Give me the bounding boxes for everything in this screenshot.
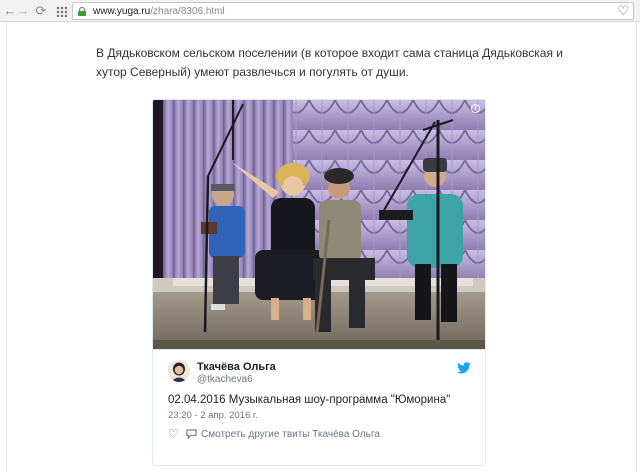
avatar-image [168, 360, 190, 382]
arrow-right-icon: → [16, 3, 30, 18]
tweet-author-handle[interactable]: @tkacheva6 [197, 374, 253, 385]
apps-button[interactable] [54, 3, 70, 19]
embedded-tweet[interactable]: i Ткачёва Ольга @tkacheva6 02.04.2016 Му… [152, 99, 486, 466]
divider-left [6, 22, 7, 472]
tweet-author-name[interactable]: Ткачёва Ольга [197, 361, 276, 373]
divider-right [636, 22, 637, 472]
heart-icon[interactable]: ♡ [617, 4, 629, 18]
tweet-footer: Ткачёва Ольга @tkacheva6 02.04.2016 Музы… [153, 349, 485, 465]
reload-icon: ⟳ [35, 3, 47, 18]
lock-icon [78, 7, 86, 16]
tweet-text: 02.04.2016 Музыкальная шоу-программа "Юм… [168, 394, 451, 406]
article-paragraph: В Дядьковском сельском поселении (в кото… [96, 46, 563, 79]
more-tweets-link[interactable]: Смотреть другие твиты Ткачёва Ольга [201, 429, 380, 440]
tweet-timestamp[interactable]: 23:20 - 2 апр. 2016 г. [168, 410, 258, 421]
avatar[interactable] [168, 360, 190, 382]
info-icon[interactable]: i [471, 104, 480, 113]
reload-button[interactable]: ⟳ [33, 3, 49, 19]
heart-icon[interactable]: ♡ [168, 428, 179, 440]
url-domain: www.yuga.ru [93, 6, 151, 17]
stage-photo-illustration [153, 100, 485, 349]
reply-bubble-icon[interactable] [186, 429, 197, 439]
browser-toolbar: ← → ⟳ www.yuga.ru/zhara/8306.html ♡ [0, 0, 640, 22]
tweet-photo[interactable]: i [153, 100, 485, 349]
forward-button[interactable]: → [15, 3, 31, 19]
address-bar[interactable]: www.yuga.ru/zhara/8306.html ♡ [72, 2, 634, 20]
apps-grid-icon [56, 6, 67, 17]
url-path: /zhara/8306.html [150, 6, 225, 17]
url-text[interactable]: www.yuga.ru/zhara/8306.html [93, 5, 225, 18]
page-content: В Дядьковском сельском поселении (в кото… [0, 22, 640, 472]
twitter-bird-icon[interactable] [457, 362, 471, 374]
